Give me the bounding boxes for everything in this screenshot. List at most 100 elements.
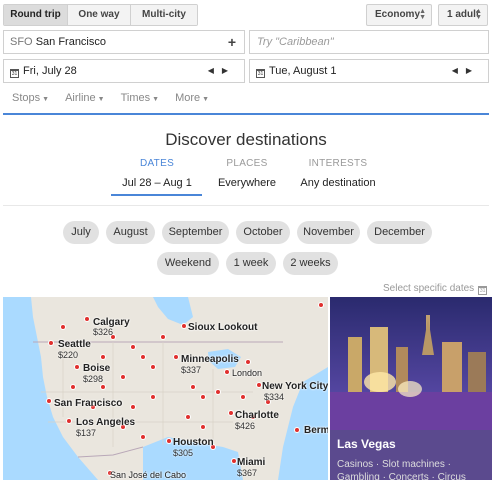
chip-december[interactable]: December (367, 221, 432, 244)
chip-september[interactable]: September (162, 221, 229, 244)
round-trip-button[interactable]: Round trip (4, 5, 68, 25)
map-pin-icon[interactable] (318, 302, 324, 308)
tab-dates[interactable]: DATES (107, 158, 207, 169)
city-price-boise: $298 (83, 374, 104, 384)
city-price-los-angeles: $137 (76, 428, 97, 438)
calendar-icon: 31 (10, 69, 19, 78)
origin-city: San Francisco (35, 36, 106, 48)
filter-label: Airline (65, 92, 96, 104)
active-tab-indicator (111, 194, 202, 196)
city-label-houston[interactable]: Houston (173, 437, 214, 448)
chip-weekend[interactable]: Weekend (157, 252, 219, 275)
city-price-calgary: $326 (93, 327, 114, 337)
origin-field[interactable]: SFO San Francisco + (3, 30, 245, 54)
dates-value[interactable]: Jul 28 – Aug 1 (107, 177, 207, 189)
map-pin-icon[interactable] (181, 323, 187, 329)
return-date-value: Tue, August 1 (269, 65, 337, 77)
tab-interests[interactable]: INTERESTS (288, 158, 388, 169)
map-pin-icon[interactable] (160, 334, 166, 340)
places-value[interactable]: Everywhere (197, 177, 297, 189)
map-pin-icon[interactable] (70, 384, 76, 390)
destination-tags-more: Gambling · Concerts · Circus (337, 472, 466, 480)
depart-date-field[interactable]: 31 Fri, July 28 ◀▶ (3, 59, 245, 83)
map-pin-icon[interactable] (130, 344, 136, 350)
destination-name[interactable]: Las Vegas (337, 437, 396, 451)
city-label-miami[interactable]: Miami (237, 457, 265, 468)
destination-placeholder: Try "Caribbean" (257, 36, 334, 48)
chip-august[interactable]: August (106, 221, 155, 244)
city-label-new-york-city[interactable]: New York City (262, 381, 328, 392)
map-pin-icon[interactable] (294, 427, 300, 433)
map-pin-icon[interactable] (150, 364, 156, 370)
filter-label: Stops (12, 92, 41, 104)
map-pin-icon[interactable] (240, 394, 246, 400)
add-origin-icon[interactable]: + (228, 31, 236, 53)
map-pin-icon[interactable] (150, 394, 156, 400)
return-date-field[interactable]: 31 Tue, August 1 ◀▶ (249, 59, 489, 83)
tab-places[interactable]: PLACES (197, 158, 297, 169)
filter-more[interactable]: More ▼ (175, 92, 209, 104)
map-pin-icon[interactable] (48, 340, 54, 346)
map-pin-icon[interactable] (200, 424, 206, 430)
city-label-boise[interactable]: Boise (83, 363, 110, 374)
updown-arrow-icon: ▲ ▼ (475, 8, 482, 21)
select-dates-label: Select specific dates (383, 283, 475, 294)
destinations-map[interactable]: Calgary $326 Sioux Lookout Seattle $220 … (3, 297, 328, 480)
multi-city-button[interactable]: Multi-city (131, 5, 197, 25)
city-label-berm[interactable]: Berm (304, 425, 328, 436)
city-label-seattle[interactable]: Seattle (58, 339, 91, 350)
city-label-sioux-lookout[interactable]: Sioux Lookout (188, 322, 257, 333)
chip-november[interactable]: November (297, 221, 360, 244)
filter-stops[interactable]: Stops ▼ (12, 92, 49, 104)
origin-code: SFO (10, 36, 33, 48)
cabin-class-select[interactable]: Economy ▲ ▼ (366, 4, 432, 26)
city-price-new-york-city: $334 (264, 392, 285, 402)
map-pin-icon[interactable] (84, 316, 90, 322)
map-pin-icon[interactable] (60, 324, 66, 330)
map-pin-icon[interactable] (140, 434, 146, 440)
map-pin-icon[interactable] (173, 354, 179, 360)
map-pin-icon[interactable] (224, 369, 230, 375)
one-way-button[interactable]: One way (68, 5, 131, 25)
depart-date-value: Fri, July 28 (23, 65, 77, 77)
city-price-minneapolis: $337 (181, 365, 202, 375)
map-pin-icon[interactable] (140, 354, 146, 360)
map-pin-icon[interactable] (46, 398, 52, 404)
map-pin-icon[interactable] (100, 384, 106, 390)
city-price-seattle: $220 (58, 350, 79, 360)
city-label-charlotte[interactable]: Charlotte (235, 410, 279, 421)
caret-down-icon: ▼ (152, 96, 160, 103)
map-pin-icon[interactable] (74, 364, 80, 370)
map-pin-icon[interactable] (130, 404, 136, 410)
map-pin-icon[interactable] (120, 374, 126, 380)
map-pin-icon[interactable] (228, 410, 234, 416)
select-specific-dates-link[interactable]: Select specific dates 31 (383, 283, 488, 295)
map-pin-icon[interactable] (215, 389, 221, 395)
date-nav-arrows-icon[interactable]: ◀▶ (452, 60, 480, 82)
date-nav-arrows-icon[interactable]: ◀▶ (208, 60, 236, 82)
chip-july[interactable]: July (63, 221, 99, 244)
trip-type-toggle: Round trip One way Multi-city (3, 4, 198, 26)
calendar-icon: 31 (256, 69, 265, 78)
city-label-minneapolis[interactable]: Minneapolis (181, 354, 239, 365)
filter-airline[interactable]: Airline ▼ (65, 92, 105, 104)
map-pin-icon[interactable] (66, 418, 72, 424)
chip-2-weeks[interactable]: 2 weeks (283, 252, 338, 275)
map-pin-icon[interactable] (245, 359, 251, 365)
chip-1-week[interactable]: 1 week (226, 252, 276, 275)
updown-arrow-icon: ▲ ▼ (419, 8, 426, 21)
filter-times[interactable]: Times ▼ (121, 92, 159, 104)
chip-october[interactable]: October (236, 221, 290, 244)
passengers-select[interactable]: 1 adult ▲ ▼ (438, 4, 488, 26)
map-pin-icon[interactable] (185, 414, 191, 420)
city-label-london[interactable]: London (232, 368, 262, 378)
city-label-san-jose-del-cabo[interactable]: San José del Cabo (110, 470, 186, 480)
map-pin-icon[interactable] (166, 438, 172, 444)
city-label-los-angeles[interactable]: Los Angeles (76, 417, 135, 428)
city-label-san-francisco[interactable]: San Francisco (54, 398, 122, 409)
destination-field[interactable]: Try "Caribbean" (249, 30, 489, 54)
map-pin-icon[interactable] (190, 384, 196, 390)
map-pin-icon[interactable] (200, 394, 206, 400)
interests-value[interactable]: Any destination (288, 177, 388, 189)
map-pin-icon[interactable] (100, 354, 106, 360)
